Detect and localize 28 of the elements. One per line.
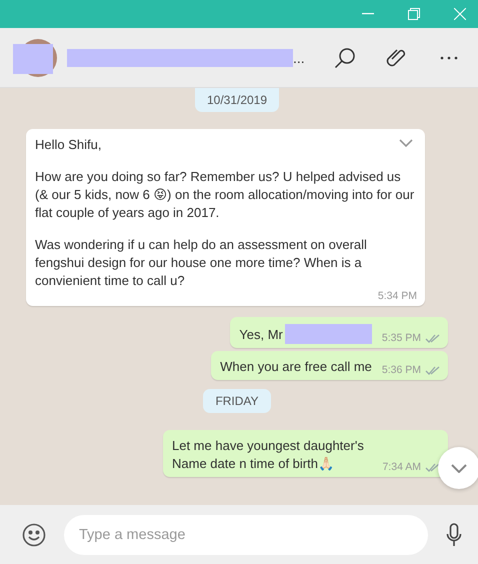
date-chip: FRIDAY — [203, 389, 271, 413]
more-icon — [440, 56, 458, 60]
message-time: 5:36 PM — [382, 364, 421, 376]
chevron-down-icon — [399, 139, 413, 147]
minimize-icon — [362, 13, 374, 15]
microphone-icon — [446, 522, 462, 546]
restore-icon — [408, 8, 420, 20]
message-text: When you are free call me — [220, 358, 372, 376]
message-time: 5:34 PM — [378, 290, 417, 302]
redaction-block — [13, 44, 53, 74]
search-icon — [334, 46, 356, 68]
message-text: How are you doing so far? Remember us? U helped advised us (& our 5 kids, now 6 😝) on the room allocation/moving into for our flat couple of years ago in 2017. — [35, 168, 416, 222]
message-time: 5:35 PM — [382, 332, 421, 344]
paperclip-icon — [386, 46, 408, 68]
message-text: Was wondering if u can help do an assessment on overall fengshui design for our house one more time? When is a convienient time to call u? — [35, 236, 368, 290]
contact-name: ... — [293, 50, 305, 66]
microphone-button[interactable] — [446, 522, 462, 546]
message-text: Hello Shifu, — [35, 136, 102, 154]
message-time: 7:34 AM — [382, 461, 421, 473]
message-text: Let me have youngest daughter's Name date n time of birth🙏🏻 — [172, 437, 365, 473]
close-icon — [454, 8, 466, 20]
scroll-down-button[interactable] — [438, 447, 478, 489]
message-text: Yes, Mr — [239, 326, 283, 344]
smiley-icon — [22, 522, 46, 546]
message-input[interactable]: Type a message — [64, 514, 428, 554]
date-chip: 10/31/2019 — [194, 88, 280, 112]
emoji-button[interactable] — [22, 522, 46, 546]
chevron-down-icon — [451, 464, 467, 472]
